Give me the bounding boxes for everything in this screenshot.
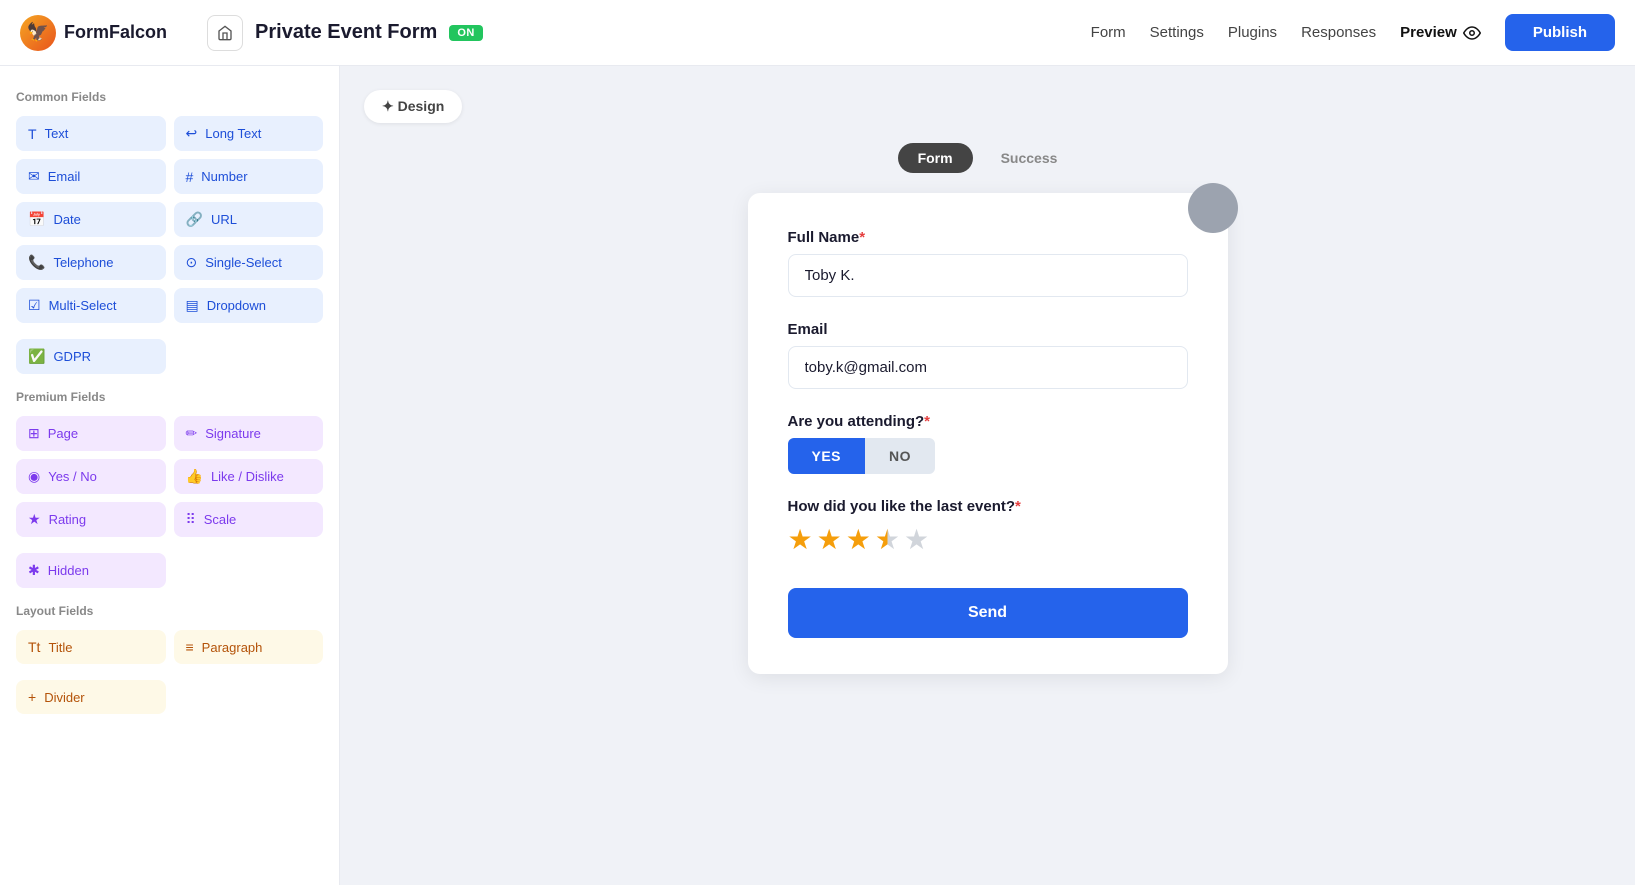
field-title[interactable]: Tt Title	[16, 630, 166, 664]
gdpr-icon: ✅	[28, 348, 45, 365]
field-date[interactable]: 📅 Date	[16, 202, 166, 237]
full-name-input[interactable]	[788, 254, 1188, 297]
tab-form[interactable]: Form	[898, 143, 973, 173]
design-tab-label: ✦ Design	[382, 98, 444, 115]
field-hidden[interactable]: ✱ Hidden	[16, 553, 166, 588]
field-email[interactable]: ✉ Email	[16, 159, 166, 194]
title-icon: Tt	[28, 639, 40, 655]
field-like-dislike[interactable]: 👍 Like / Dislike	[174, 459, 324, 494]
date-icon: 📅	[28, 211, 45, 228]
preview-label: Preview	[1400, 24, 1457, 41]
field-long-text[interactable]: ↩ Long Text	[174, 116, 324, 151]
page-icon: ⊞	[28, 425, 40, 442]
email-input[interactable]	[788, 346, 1188, 389]
sidebar: Common Fields T Text ↩ Long Text ✉ Email…	[0, 66, 340, 885]
design-tab-button[interactable]: ✦ Design	[364, 90, 462, 123]
nav-responses[interactable]: Responses	[1301, 24, 1376, 41]
single-select-icon: ⊙	[186, 254, 198, 271]
layout-fields-title: Layout Fields	[16, 604, 323, 618]
form-title: Private Event Form	[255, 21, 437, 44]
navbar: 🦅 FormFalcon Private Event Form ON Form …	[0, 0, 1635, 66]
like-dislike-icon: 👍	[186, 468, 203, 485]
star-2[interactable]: ★	[817, 523, 842, 556]
yes-no-group: YES NO	[788, 438, 1188, 474]
hidden-row: ✱ Hidden	[16, 553, 323, 588]
email-field: Email	[788, 321, 1188, 389]
form-tabs: Form Success	[898, 143, 1078, 173]
publish-button[interactable]: Publish	[1505, 14, 1615, 51]
stars-group: ★ ★ ★ ★ ★	[788, 523, 1188, 556]
send-button[interactable]: Send	[788, 588, 1188, 638]
field-number[interactable]: # Number	[174, 159, 324, 194]
full-name-label: Full Name*	[788, 229, 1188, 246]
rating-label: How did you like the last event?*	[788, 498, 1188, 515]
form-card: Full Name* Email Are you attending?* YES	[748, 193, 1228, 674]
main-layout: Common Fields T Text ↩ Long Text ✉ Email…	[0, 66, 1635, 885]
logo: 🦅 FormFalcon	[20, 15, 167, 51]
attending-field: Are you attending?* YES NO	[788, 413, 1188, 474]
nav-plugins[interactable]: Plugins	[1228, 24, 1277, 41]
field-rating[interactable]: ★ Rating	[16, 502, 166, 537]
field-page[interactable]: ⊞ Page	[16, 416, 166, 451]
gdpr-row: ✅ GDPR	[16, 339, 323, 374]
yes-button[interactable]: YES	[788, 438, 866, 474]
common-fields-title: Common Fields	[16, 90, 323, 104]
star-5[interactable]: ★	[904, 523, 929, 556]
number-icon: #	[186, 169, 194, 185]
field-paragraph[interactable]: ≡ Paragraph	[174, 630, 324, 664]
rating-icon: ★	[28, 511, 41, 528]
field-telephone[interactable]: 📞 Telephone	[16, 245, 166, 280]
field-divider[interactable]: + Divider	[16, 680, 166, 714]
scale-icon: ⠿	[186, 511, 196, 528]
field-url[interactable]: 🔗 URL	[174, 202, 324, 237]
field-dropdown[interactable]: ▤ Dropdown	[174, 288, 324, 323]
yes-no-icon: ◉	[28, 468, 40, 485]
signature-icon: ✏	[186, 425, 198, 442]
field-gdpr[interactable]: ✅ GDPR	[16, 339, 166, 374]
premium-fields-grid: ⊞ Page ✏ Signature ◉ Yes / No 👍 Like / D…	[16, 416, 323, 537]
text-icon: T	[28, 126, 37, 142]
logo-icon: 🦅	[20, 15, 56, 51]
field-single-select[interactable]: ⊙ Single-Select	[174, 245, 324, 280]
avatar	[1188, 183, 1238, 233]
navbar-center: Private Event Form ON	[207, 15, 1091, 51]
nav-form[interactable]: Form	[1091, 24, 1126, 41]
navbar-right: Form Settings Plugins Responses Preview …	[1091, 14, 1615, 51]
field-text[interactable]: T Text	[16, 116, 166, 151]
url-icon: 🔗	[186, 211, 203, 228]
content-area: ✦ Design Form Success Full Name* Email	[340, 66, 1635, 885]
field-scale[interactable]: ⠿ Scale	[174, 502, 324, 537]
attending-label: Are you attending?*	[788, 413, 1188, 430]
on-badge: ON	[449, 25, 483, 41]
no-button[interactable]: NO	[865, 438, 935, 474]
star-4[interactable]: ★	[875, 523, 900, 556]
app-name: FormFalcon	[64, 22, 167, 43]
multi-select-icon: ☑	[28, 297, 41, 314]
paragraph-icon: ≡	[186, 639, 194, 655]
form-wrapper: Full Name* Email Are you attending?* YES	[748, 193, 1228, 674]
premium-fields-title: Premium Fields	[16, 390, 323, 404]
star-1[interactable]: ★	[788, 523, 813, 556]
email-icon: ✉	[28, 168, 40, 185]
nav-settings[interactable]: Settings	[1150, 24, 1204, 41]
field-multi-select[interactable]: ☑ Multi-Select	[16, 288, 166, 323]
dropdown-icon: ▤	[186, 297, 199, 314]
tab-success[interactable]: Success	[981, 143, 1078, 173]
hidden-icon: ✱	[28, 562, 40, 579]
telephone-icon: 📞	[28, 254, 45, 271]
divider-icon: +	[28, 689, 36, 705]
full-name-field: Full Name*	[788, 229, 1188, 297]
field-signature[interactable]: ✏ Signature	[174, 416, 324, 451]
common-fields-grid: T Text ↩ Long Text ✉ Email # Number 📅 Da…	[16, 116, 323, 323]
star-3[interactable]: ★	[846, 523, 871, 556]
layout-fields-grid: Tt Title ≡ Paragraph	[16, 630, 323, 664]
divider-row: + Divider	[16, 680, 323, 714]
rating-field: How did you like the last event?* ★ ★ ★ …	[788, 498, 1188, 556]
preview-button[interactable]: Preview	[1400, 24, 1481, 42]
long-text-icon: ↩	[186, 125, 198, 142]
field-yes-no[interactable]: ◉ Yes / No	[16, 459, 166, 494]
home-button[interactable]	[207, 15, 243, 51]
email-label: Email	[788, 321, 1188, 338]
